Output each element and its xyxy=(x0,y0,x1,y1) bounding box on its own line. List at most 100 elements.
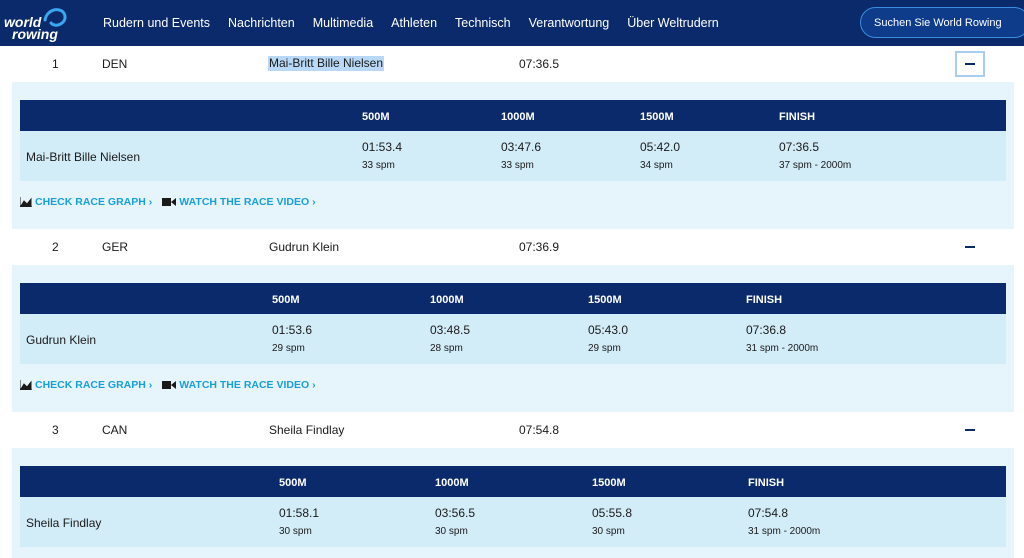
results-panel: 1 DEN Mai-Britt Bille Nielsen 07:36.5 50… xyxy=(12,46,1014,558)
result-row[interactable]: 3 CAN Sheila Findlay 07:54.8 xyxy=(12,412,1014,448)
split-header-1500m: 1500M xyxy=(640,111,674,123)
athlete-name[interactable]: Gudrun Klein xyxy=(269,240,339,254)
race-links: CHECK RACE GRAPH › WATCH THE RACE VIDEO … xyxy=(20,196,326,208)
collapse-button[interactable] xyxy=(955,417,985,443)
final-time: 07:36.5 xyxy=(519,57,560,71)
splits-header: 500M 1000M 1500M FINISH xyxy=(20,283,1006,314)
split-header-1500m: 1500M xyxy=(592,477,626,489)
check-race-graph-link[interactable]: CHECK RACE GRAPH › xyxy=(20,196,152,208)
split-time: 07:54.8 xyxy=(748,506,789,520)
split-500m: 01:53.4 33 spm xyxy=(362,140,402,171)
rank: 1 xyxy=(52,57,59,71)
split-time: 05:42.0 xyxy=(640,140,681,154)
split-500m: 01:53.6 29 spm xyxy=(272,323,312,354)
split-1500m: 05:55.8 30 spm xyxy=(592,506,632,537)
split-time: 03:56.5 xyxy=(435,506,476,520)
watch-race-video-label: WATCH THE RACE VIDEO › xyxy=(179,379,316,391)
nav-ueber-weltrudern[interactable]: Über Weltrudern xyxy=(627,16,718,30)
race-links: CHECK RACE GRAPH › WATCH THE RACE VIDEO … xyxy=(20,379,326,391)
split-time: 07:36.5 xyxy=(779,140,820,154)
chart-icon xyxy=(20,197,32,207)
split-spm: 29 spm xyxy=(588,343,621,354)
chart-icon xyxy=(20,380,32,390)
watch-race-video-label: WATCH THE RACE VIDEO › xyxy=(179,196,316,208)
split-time: 01:53.6 xyxy=(272,323,313,337)
split-500m: 01:58.1 30 spm xyxy=(279,506,319,537)
split-finish: 07:36.8 31 spm - 2000m xyxy=(746,323,818,354)
split-spm: 37 spm - 2000m xyxy=(779,160,852,171)
split-finish: 07:36.5 37 spm - 2000m xyxy=(779,140,851,171)
split-time: 03:47.6 xyxy=(501,140,542,154)
minus-icon xyxy=(965,429,975,431)
top-navigation-bar: world rowing Rudern und Events Nachricht… xyxy=(0,0,1024,46)
split-header-1000m: 1000M xyxy=(501,111,535,123)
splits-row: Mai-Britt Bille Nielsen 01:53.4 33 spm 0… xyxy=(20,131,1006,181)
world-rowing-logo[interactable]: world rowing xyxy=(3,4,73,42)
nav-rudern-und-events[interactable]: Rudern und Events xyxy=(103,16,210,30)
split-spm: 33 spm xyxy=(362,160,395,171)
minus-icon xyxy=(965,246,975,248)
split-header-finish: FINISH xyxy=(748,477,785,489)
video-camera-icon xyxy=(162,381,177,389)
minus-icon xyxy=(965,63,975,65)
splits-row: Sheila Findlay 01:58.1 30 spm 03:56.5 30… xyxy=(20,497,1006,547)
country-code: GER xyxy=(102,240,129,254)
split-spm: 28 spm xyxy=(430,343,463,354)
split-spm: 30 spm xyxy=(279,526,312,537)
video-camera-icon xyxy=(162,198,177,206)
watch-race-video-link[interactable]: WATCH THE RACE VIDEO › xyxy=(162,379,316,391)
nav-multimedia[interactable]: Multimedia xyxy=(313,16,373,30)
split-time: 05:55.8 xyxy=(592,506,633,520)
nav-athleten[interactable]: Athleten xyxy=(391,16,437,30)
collapse-button[interactable] xyxy=(955,234,985,260)
split-spm: 29 spm xyxy=(272,343,305,354)
splits-athlete-name: Gudrun Klein xyxy=(26,333,97,347)
split-finish: 07:54.8 31 spm - 2000m xyxy=(748,506,820,537)
split-1000m: 03:48.5 28 spm xyxy=(430,323,470,354)
nav-verantwortung[interactable]: Verantwortung xyxy=(529,16,610,30)
check-race-graph-link[interactable]: CHECK RACE GRAPH › xyxy=(20,379,152,391)
split-1500m: 05:42.0 34 spm xyxy=(640,140,680,171)
rank: 3 xyxy=(52,423,59,437)
splits-athlete-name: Sheila Findlay xyxy=(26,516,102,530)
split-spm: 31 spm - 2000m xyxy=(748,526,821,537)
split-1000m: 03:56.5 30 spm xyxy=(435,506,475,537)
split-spm: 30 spm xyxy=(435,526,468,537)
splits-header: 500M 1000M 1500M FINISH xyxy=(20,466,1006,497)
split-time: 03:48.5 xyxy=(430,323,471,337)
result-row[interactable]: 2 GER Gudrun Klein 07:36.9 xyxy=(12,229,1014,265)
split-time: 07:36.8 xyxy=(746,323,787,337)
split-spm: 33 spm xyxy=(501,160,534,171)
country-code: DEN xyxy=(102,57,128,71)
logo-swirl-icon xyxy=(43,8,67,27)
split-header-500m: 500M xyxy=(279,477,307,489)
split-header-500m: 500M xyxy=(272,294,300,306)
split-spm: 30 spm xyxy=(592,526,625,537)
split-time: 01:53.4 xyxy=(362,140,403,154)
athlete-name[interactable]: Sheila Findlay xyxy=(269,423,344,437)
check-race-graph-label: CHECK RACE GRAPH › xyxy=(35,379,153,391)
main-nav: Rudern und Events Nachrichten Multimedia… xyxy=(103,0,737,46)
result-row[interactable]: 1 DEN Mai-Britt Bille Nielsen 07:36.5 xyxy=(12,46,1014,82)
watch-race-video-link[interactable]: WATCH THE RACE VIDEO › xyxy=(162,196,316,208)
athlete-name[interactable]: Mai-Britt Bille Nielsen xyxy=(268,56,385,71)
collapse-button[interactable] xyxy=(955,51,985,77)
split-spm: 34 spm xyxy=(640,160,673,171)
final-time: 07:54.8 xyxy=(519,423,560,437)
splits-row: Gudrun Klein 01:53.6 29 spm 03:48.5 28 s… xyxy=(20,314,1006,364)
splits-header: 500M 1000M 1500M FINISH xyxy=(20,100,1006,131)
nav-nachrichten[interactable]: Nachrichten xyxy=(228,16,295,30)
split-spm: 31 spm - 2000m xyxy=(746,343,819,354)
split-header-finish: FINISH xyxy=(779,111,816,123)
split-1500m: 05:43.0 29 spm xyxy=(588,323,628,354)
split-header-finish: FINISH xyxy=(746,294,783,306)
nav-technisch[interactable]: Technisch xyxy=(455,16,511,30)
split-1000m: 03:47.6 33 spm xyxy=(501,140,541,171)
split-time: 05:43.0 xyxy=(588,323,629,337)
splits-athlete-name: Mai-Britt Bille Nielsen xyxy=(26,150,141,164)
split-header-1000m: 1000M xyxy=(430,294,464,306)
split-header-1000m: 1000M xyxy=(435,477,469,489)
check-race-graph-label: CHECK RACE GRAPH › xyxy=(35,196,153,208)
search-input[interactable]: Suchen Sie World Rowing xyxy=(860,7,1024,38)
split-header-500m: 500M xyxy=(362,111,390,123)
